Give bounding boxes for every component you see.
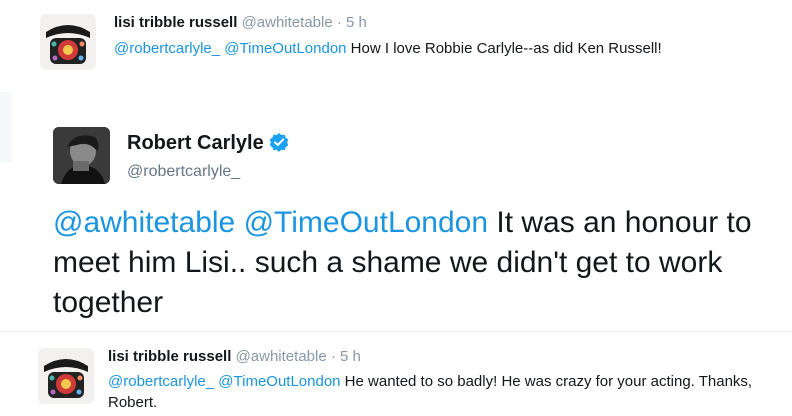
mention-link[interactable]: @robertcarlyle_ <box>114 40 220 57</box>
verified-badge-icon <box>269 132 289 158</box>
divider <box>0 331 792 332</box>
user-handle[interactable]: @awhitetable <box>242 14 333 31</box>
user-name[interactable]: lisi tribble russell <box>114 14 237 31</box>
user-handle[interactable]: @robertcarlyle_ <box>127 163 240 181</box>
rotary-phone-icon <box>40 14 96 70</box>
tweet-body: How I love Robbie Carlyle--as did Ken Ru… <box>346 40 662 57</box>
tweet-header: lisi tribble russell @awhitetable · 5 h <box>114 14 367 31</box>
avatar[interactable] <box>53 127 110 184</box>
avatar[interactable] <box>38 348 94 404</box>
avatar[interactable] <box>40 14 96 70</box>
timestamp[interactable]: 5 h <box>340 348 361 365</box>
rotary-phone-icon <box>38 348 94 404</box>
mention-link[interactable]: @awhitetable <box>53 206 235 239</box>
tweet-header: lisi tribble russell @awhitetable · 5 h <box>108 348 361 365</box>
user-name[interactable]: lisi tribble russell <box>108 348 231 365</box>
thread-gutter <box>0 92 12 162</box>
separator-dot: · <box>330 348 336 365</box>
tweet-text: @robertcarlyle_ @TimeOutLondon He wanted… <box>108 371 758 413</box>
separator-dot: · <box>336 14 342 31</box>
display-name[interactable]: Robert Carlyle <box>127 132 264 154</box>
tweet-lisi-1: lisi tribble russell @awhitetable · 5 h … <box>0 0 792 92</box>
mention-link[interactable]: @TimeOutLondon <box>218 373 340 390</box>
timestamp[interactable]: 5 h <box>346 14 367 31</box>
mention-link[interactable]: @TimeOutLondon <box>224 40 346 57</box>
mention-link[interactable]: @TimeOutLondon <box>244 206 488 239</box>
mention-link[interactable]: @robertcarlyle_ <box>108 373 214 390</box>
user-handle[interactable]: @awhitetable <box>236 348 327 365</box>
portrait-icon <box>53 127 110 184</box>
tweet-text: @awhitetable @TimeOutLondon It was an ho… <box>53 203 753 323</box>
user-name[interactable]: Robert Carlyle <box>127 132 289 158</box>
tweet-text: @robertcarlyle_ @TimeOutLondon How I lov… <box>114 38 714 59</box>
